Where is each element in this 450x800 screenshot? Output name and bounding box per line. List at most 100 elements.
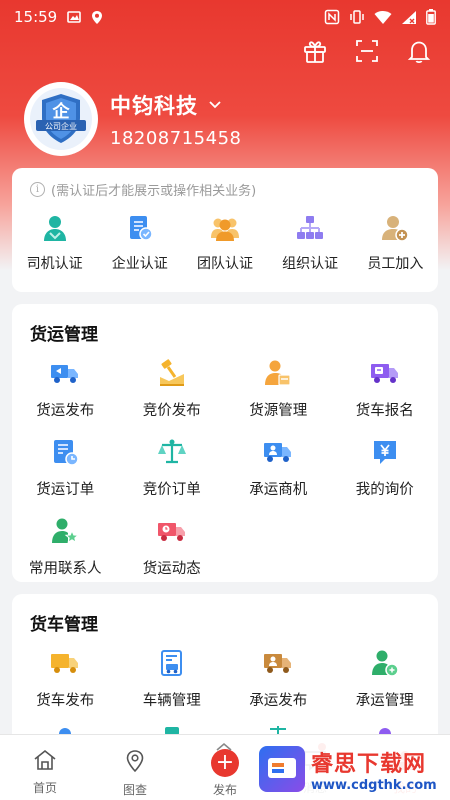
org-chart-icon — [295, 213, 325, 243]
cert-employee[interactable]: 员工加入 — [353, 213, 438, 273]
freight-label: 货车报名 — [355, 403, 414, 419]
vehicle-doc-icon — [156, 647, 188, 679]
freight-label: 货源管理 — [249, 403, 308, 419]
auction-icon — [156, 357, 188, 389]
truck-carrier-manage[interactable]: 承运管理 — [332, 647, 439, 710]
phone-number: 18208715458 — [110, 127, 242, 149]
info-icon: i — [30, 182, 45, 197]
nav-label: 发布 — [212, 783, 237, 797]
company-avatar[interactable]: 企 公司企业 — [24, 82, 98, 156]
order-icon — [49, 436, 81, 468]
cargo-person-icon — [262, 357, 294, 389]
gift-icon[interactable] — [300, 36, 330, 66]
truck-management-card: 货车管理 货车发布 车辆管理 承运发布 承运管理 — [12, 594, 438, 754]
freight-bid-order[interactable]: 竞价订单 — [119, 436, 226, 499]
cert-driver[interactable]: 司机认证 — [12, 213, 97, 273]
avatar-badge-glyph: 企 — [52, 101, 71, 122]
cert-org[interactable]: 组织认证 — [268, 213, 353, 273]
truck-signup-icon — [369, 357, 401, 389]
freight-label: 承运商机 — [249, 482, 308, 498]
avatar-badge-label: 公司企业 — [45, 121, 77, 131]
vibrate-icon — [349, 9, 365, 25]
certification-notice: i (需认证后才能展示或操作相关业务) — [12, 168, 438, 199]
cert-label: 司机认证 — [26, 256, 83, 272]
location-icon — [91, 10, 103, 25]
watermark-logo-icon — [259, 746, 305, 792]
truck-vehicle-manage[interactable]: 车辆管理 — [119, 647, 226, 710]
driver-icon — [40, 213, 70, 243]
partial-icon — [12, 724, 119, 734]
freight-truck-signup[interactable]: 货车报名 — [332, 357, 439, 420]
truck-publish[interactable]: 货车发布 — [12, 647, 119, 710]
partial-icon — [332, 724, 439, 734]
nav-label: 首页 — [32, 781, 57, 795]
freight-dynamics[interactable]: 货运动态 — [119, 515, 226, 578]
freight-label: 竞价订单 — [142, 482, 201, 498]
image-icon — [67, 10, 82, 24]
freight-carrier-opportunity[interactable]: 承运商机 — [225, 436, 332, 499]
cert-label: 组织认证 — [282, 256, 339, 272]
yen-chat-icon — [369, 436, 401, 468]
team-icon — [210, 213, 240, 243]
profile-info: 中钧科技 18208715458 — [110, 90, 241, 149]
cert-team[interactable]: 团队认证 — [182, 213, 267, 273]
certification-notice-text: (需认证后才能展示或操作相关业务) — [51, 184, 257, 199]
cert-company[interactable]: 企业认证 — [97, 213, 182, 273]
carrier-truck-icon — [262, 436, 294, 468]
signal-icon — [401, 10, 417, 25]
chevron-up-icon[interactable] — [215, 736, 233, 755]
status-bar: 15:59 — [0, 0, 450, 34]
contact-star-icon — [49, 515, 81, 547]
delivery-truck-icon — [156, 515, 188, 547]
nfc-icon — [324, 9, 340, 25]
carrier-publish-icon — [262, 647, 294, 679]
truck-label: 承运发布 — [249, 693, 308, 709]
freight-bid-publish[interactable]: 竞价发布 — [119, 357, 226, 420]
cert-label: 企业认证 — [111, 256, 168, 272]
freight-label: 货运订单 — [36, 482, 95, 498]
freight-contacts[interactable]: 常用联系人 — [12, 515, 119, 578]
nav-home[interactable]: 首页 — [0, 735, 90, 800]
wifi-icon — [374, 10, 392, 25]
truck-icon — [49, 357, 81, 389]
freight-order[interactable]: 货运订单 — [12, 436, 119, 499]
freight-label: 货运动态 — [142, 561, 201, 577]
bell-icon[interactable] — [404, 36, 434, 66]
freight-management-card: 货运管理 货运发布 竞价发布 货源管理 货车报名 货运订单 竞价订单 承运商机 … — [12, 304, 438, 582]
battery-icon — [426, 9, 436, 25]
truck-carrier-publish[interactable]: 承运发布 — [225, 647, 332, 710]
home-icon — [33, 749, 57, 775]
partial-icon — [225, 724, 332, 734]
certification-card: i (需认证后才能展示或操作相关业务) 司机认证 企业认证 团队认证 组织认证 — [12, 168, 438, 292]
freight-my-inquiry[interactable]: 我的询价 — [332, 436, 439, 499]
truck-label: 货车发布 — [36, 693, 95, 709]
chevron-down-icon[interactable] — [208, 95, 222, 114]
carrier-manage-icon — [369, 647, 401, 679]
watermark-url: www.cdgthk.com — [311, 777, 437, 793]
header-actions — [300, 36, 434, 66]
scan-icon[interactable] — [352, 36, 382, 66]
site-watermark: 睿思下载网 www.cdgthk.com — [253, 738, 450, 800]
freight-section-title: 货运管理 — [30, 325, 98, 345]
partial-icon — [119, 724, 226, 734]
scale-icon — [156, 436, 188, 468]
profile-header[interactable]: 企 公司企业 中钧科技 18208715458 — [24, 82, 241, 156]
truck-next-row-peek — [12, 724, 438, 734]
cert-label: 团队认证 — [196, 256, 253, 272]
freight-label: 货运发布 — [36, 403, 95, 419]
cert-label: 员工加入 — [367, 256, 424, 272]
truck-label: 车辆管理 — [142, 693, 201, 709]
freight-label: 常用联系人 — [29, 561, 102, 577]
status-time: 15:59 — [14, 8, 58, 26]
map-pin-icon — [124, 749, 146, 777]
truck-section-title: 货车管理 — [30, 615, 98, 635]
freight-label: 竞价发布 — [142, 403, 201, 419]
truck-label: 承运管理 — [355, 693, 414, 709]
company-doc-icon — [125, 213, 155, 243]
freight-source-manage[interactable]: 货源管理 — [225, 357, 332, 420]
employee-add-icon — [380, 213, 410, 243]
freight-publish[interactable]: 货运发布 — [12, 357, 119, 420]
nav-label: 图查 — [122, 783, 147, 797]
nav-map[interactable]: 图查 — [90, 735, 180, 800]
company-name[interactable]: 中钧科技 — [110, 90, 198, 120]
